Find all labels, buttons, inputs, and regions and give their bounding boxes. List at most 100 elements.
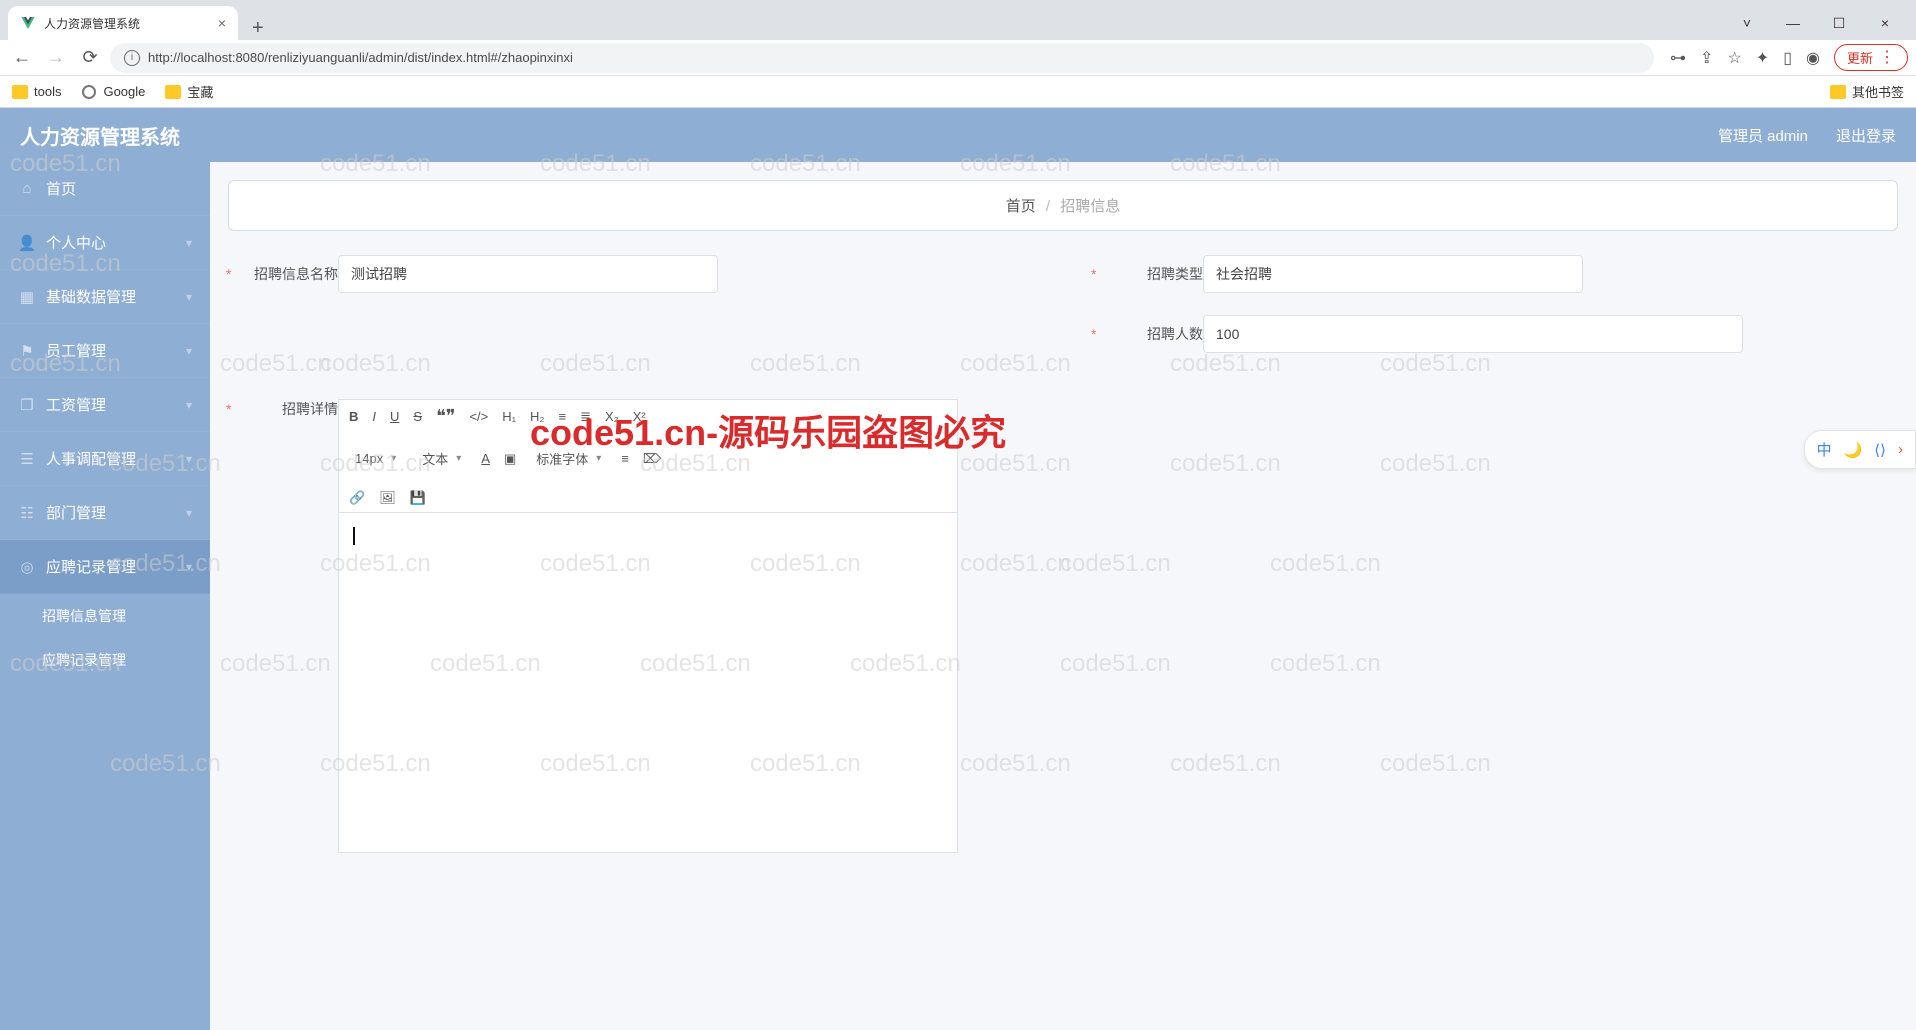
sidepanel-icon[interactable]: ▯ xyxy=(1783,48,1792,68)
window-close[interactable]: × xyxy=(1862,6,1908,40)
google-icon xyxy=(81,84,97,100)
lang-toggle[interactable]: 中 xyxy=(1817,439,1832,460)
bg-color-button[interactable]: ▣ xyxy=(504,451,516,467)
sidebar: ⌂首页 👤个人中心▾ ▦基础数据管理▾ ⚑员工管理▾ ❐工资管理▾ ☰人事调配管… xyxy=(0,162,210,1030)
ul-button[interactable]: ≣ xyxy=(580,409,591,425)
sup-button[interactable]: X² xyxy=(633,409,646,424)
ol-button[interactable]: ≡ xyxy=(558,409,566,424)
browser-tab[interactable]: 人力资源管理系统 × xyxy=(8,6,238,40)
back-button[interactable]: ← xyxy=(8,44,36,72)
h1-button[interactable]: H₁ xyxy=(502,409,516,424)
subnav-recruit-manage[interactable]: 招聘信息管理 xyxy=(0,594,210,638)
image-button[interactable]: 🖼 xyxy=(379,490,396,506)
chevron-down-icon: ▾ xyxy=(186,398,192,412)
align-button[interactable]: ≡ xyxy=(621,451,629,466)
tab-title: 人力资源管理系统 xyxy=(44,15,210,32)
window-controls: ˅ — ☐ × xyxy=(1724,6,1908,40)
nav-hr-move[interactable]: ☰人事调配管理▾ xyxy=(0,432,210,486)
breadcrumb: 首页 / 招聘信息 xyxy=(228,180,1898,231)
main-content: 首页 / 招聘信息 招聘信息名称 测试招聘 招聘类型 社会招聘 招聘人数 100 xyxy=(210,162,1916,1030)
home-icon: ⌂ xyxy=(18,180,36,197)
nav-home[interactable]: ⌂首页 xyxy=(0,162,210,216)
window-minimize[interactable]: — xyxy=(1770,6,1816,40)
share-icon[interactable]: ⇪ xyxy=(1700,48,1713,68)
folder-icon xyxy=(165,85,181,99)
user-icon: 👤 xyxy=(18,234,36,252)
more-icon[interactable]: ⟨⟩ xyxy=(1874,441,1886,459)
chevron-down-icon[interactable]: ˅ xyxy=(1724,6,1770,40)
menu-dots-icon: ⋮ xyxy=(1879,50,1895,66)
folder-icon xyxy=(1830,85,1846,99)
input-name[interactable]: 测试招聘 xyxy=(338,255,718,293)
app-title: 人力资源管理系统 xyxy=(20,121,180,150)
bookmark-tools[interactable]: tools xyxy=(12,84,61,99)
breadcrumb-current: 招聘信息 xyxy=(1060,198,1120,215)
chevron-down-icon: ▾ xyxy=(186,452,192,466)
text-cursor xyxy=(353,527,355,545)
label-detail: 招聘详情 xyxy=(228,399,338,419)
bold-button[interactable]: B xyxy=(349,409,358,424)
font-family-select[interactable]: 标准字体▾ xyxy=(530,447,607,470)
chevron-down-icon: ▾ xyxy=(596,453,601,464)
grid-icon: ▦ xyxy=(18,288,36,306)
copy-icon: ❐ xyxy=(18,396,36,414)
chevron-down-icon: ▾ xyxy=(186,344,192,358)
moon-icon[interactable]: 🌙 xyxy=(1844,441,1863,459)
chevron-down-icon: ▾ xyxy=(391,453,396,464)
link-button[interactable]: 🔗 xyxy=(349,490,365,506)
target-icon: ◎ xyxy=(18,558,36,576)
nav-apply-records[interactable]: ◎应聘记录管理▾ xyxy=(0,540,210,594)
app-header: 人力资源管理系统 管理员 admin 退出登录 xyxy=(0,108,1916,162)
star-icon[interactable]: ☆ xyxy=(1727,48,1741,68)
quote-button[interactable]: ❝❞ xyxy=(436,406,455,427)
update-button[interactable]: 更新 ⋮ xyxy=(1834,44,1908,71)
breadcrumb-home[interactable]: 首页 xyxy=(1006,198,1036,215)
site-info-icon[interactable]: i xyxy=(124,50,140,66)
nav-basedata[interactable]: ▦基础数据管理▾ xyxy=(0,270,210,324)
logout-button[interactable]: 退出登录 xyxy=(1836,125,1896,146)
key-icon[interactable]: ⊶ xyxy=(1670,48,1686,68)
browser-toolbar: ← → ⟳ i http://localhost:8080/renliziyua… xyxy=(0,40,1916,76)
chevron-right-icon[interactable]: › xyxy=(1898,441,1903,458)
settings-icon: ☰ xyxy=(18,450,36,468)
code-button[interactable]: </> xyxy=(469,409,488,424)
input-count[interactable]: 100 xyxy=(1203,315,1743,353)
rich-editor: B I U S ❝❞ </> H₁ H₂ ≡ ≣ X₂ X² xyxy=(338,399,958,853)
nav-profile[interactable]: 👤个人中心▾ xyxy=(0,216,210,270)
chevron-down-icon: ▾ xyxy=(186,506,192,520)
h2-button[interactable]: H₂ xyxy=(530,409,544,424)
current-user[interactable]: 管理员 admin xyxy=(1718,125,1808,146)
profile-icon[interactable]: ◉ xyxy=(1806,48,1820,68)
editor-body[interactable] xyxy=(338,513,958,853)
subnav-apply-manage[interactable]: 应聘记录管理 xyxy=(0,638,210,682)
bookmark-baozang[interactable]: 宝藏 xyxy=(165,82,213,101)
bookmark-other[interactable]: 其他书签 xyxy=(1830,82,1904,101)
chevron-down-icon: ▾ xyxy=(186,236,192,250)
underline-button[interactable]: U xyxy=(390,409,399,424)
reload-button[interactable]: ⟳ xyxy=(76,44,104,72)
italic-button[interactable]: I xyxy=(372,409,376,424)
new-tab-button[interactable]: + xyxy=(238,17,278,40)
strike-button[interactable]: S xyxy=(413,409,422,424)
address-bar[interactable]: i http://localhost:8080/renliziyuanguanl… xyxy=(110,43,1654,73)
select-type[interactable]: 社会招聘 xyxy=(1203,255,1583,293)
window-maximize[interactable]: ☐ xyxy=(1816,6,1862,40)
extensions-icon[interactable]: ✦ xyxy=(1756,48,1769,68)
bookmark-google[interactable]: Google xyxy=(81,84,145,100)
block-type-select[interactable]: 文本▾ xyxy=(416,447,467,470)
font-size-select[interactable]: 14px▾ xyxy=(349,449,402,468)
clear-format-button[interactable]: ⌦ xyxy=(643,451,661,467)
tab-close-icon[interactable]: × xyxy=(218,15,226,31)
sub-button[interactable]: X₂ xyxy=(605,409,619,424)
text-color-button[interactable]: A xyxy=(481,451,490,466)
flag-icon: ⚑ xyxy=(18,342,36,360)
url-text: http://localhost:8080/renliziyuanguanli/… xyxy=(148,50,573,65)
forward-button[interactable]: → xyxy=(42,44,70,72)
nav-dept[interactable]: ☷部门管理▾ xyxy=(0,486,210,540)
folder-icon xyxy=(12,85,28,99)
save-icon[interactable]: 💾 xyxy=(410,490,426,506)
nav-salary[interactable]: ❐工资管理▾ xyxy=(0,378,210,432)
floating-toolbar: 中 🌙 ⟨⟩ › xyxy=(1804,430,1916,469)
nav-staff[interactable]: ⚑员工管理▾ xyxy=(0,324,210,378)
chevron-down-icon: ▾ xyxy=(456,453,461,464)
